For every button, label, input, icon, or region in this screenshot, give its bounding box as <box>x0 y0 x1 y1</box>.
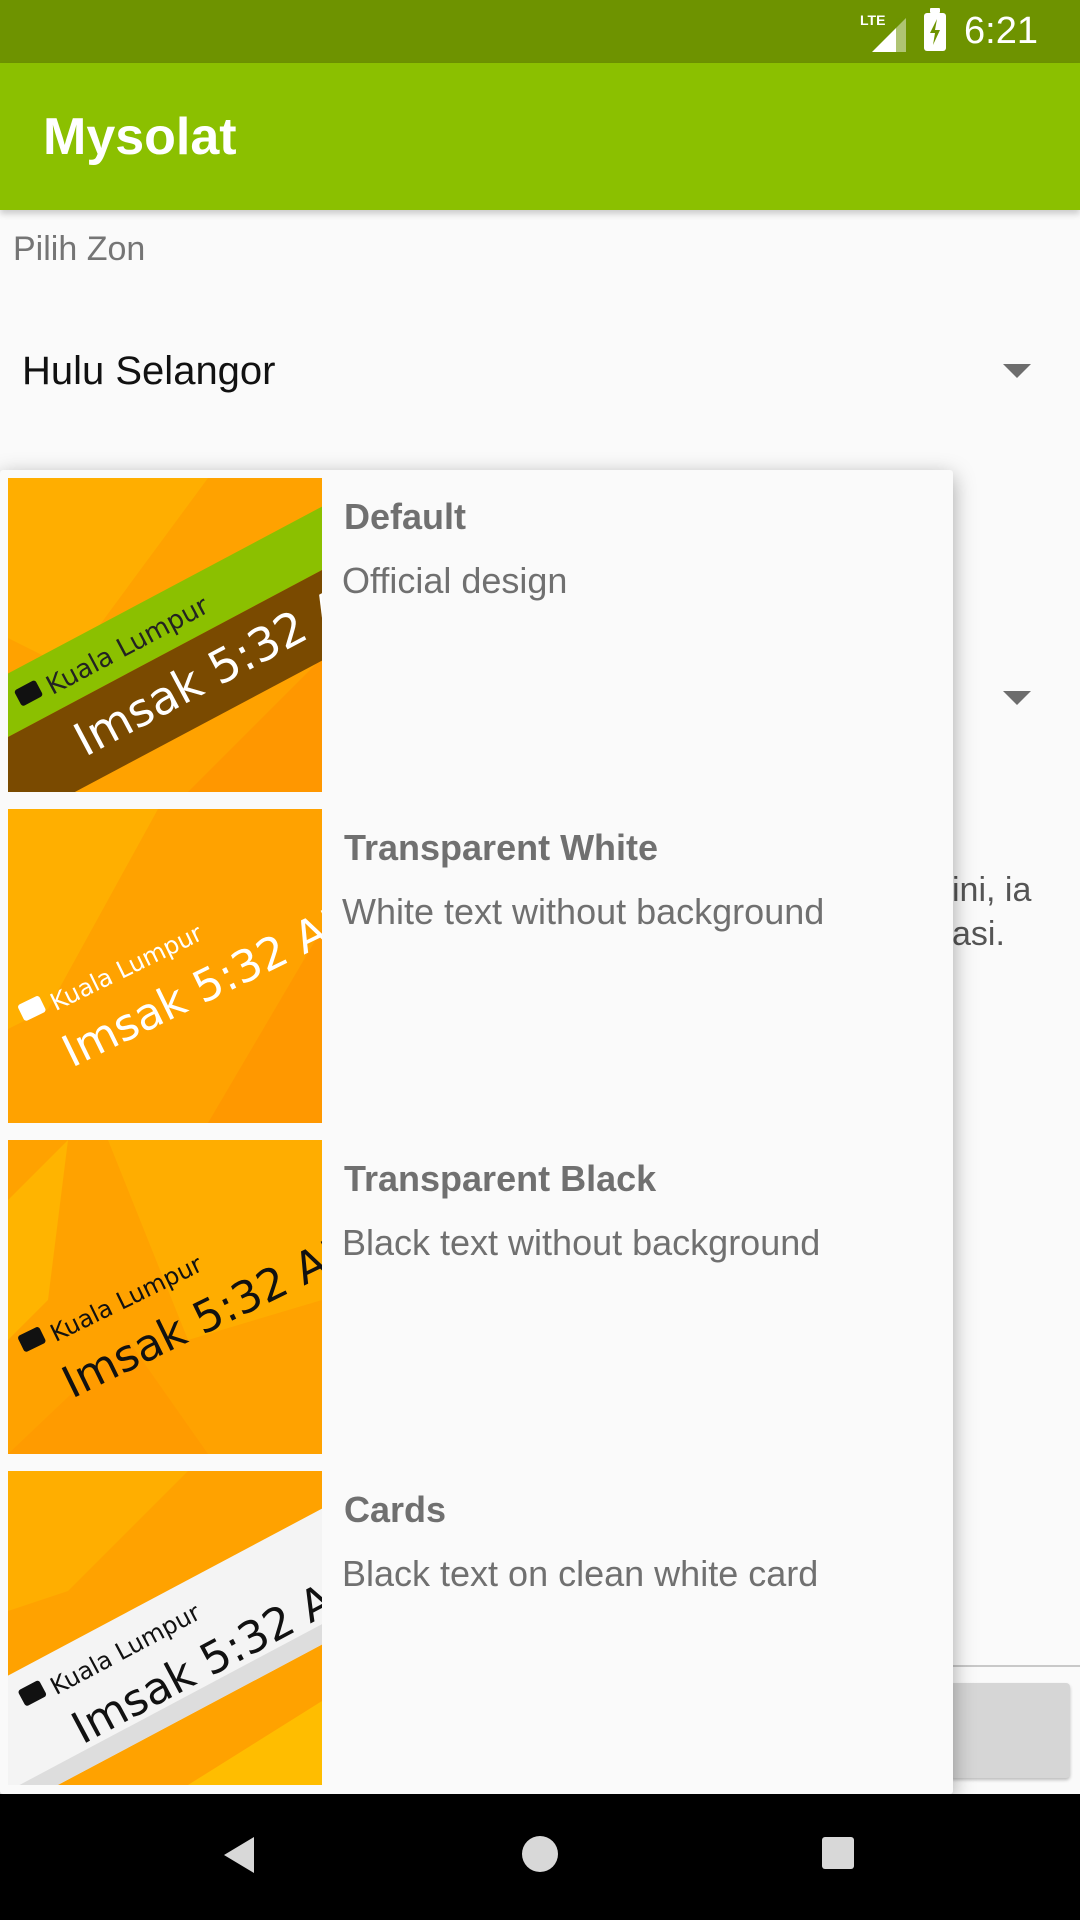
status-icons: LTE 6:21 <box>860 0 1038 63</box>
zone-label: Pilih Zon <box>13 230 146 268</box>
app-title: Mysolat <box>43 108 237 166</box>
theme-title: Transparent Black <box>344 1158 657 1199</box>
theme-title: Transparent White <box>344 827 659 868</box>
battery-charging-icon <box>924 7 947 51</box>
clock: 6:21 <box>964 10 1038 52</box>
divider <box>950 1665 1080 1667</box>
theme-option-transparent-white[interactable]: Kuala Lumpur Imsak 5:32 AM Transparent W… <box>0 801 953 1132</box>
theme-preview-transparent-white: Kuala Lumpur Imsak 5:32 AM <box>8 809 322 1123</box>
lte-signal-icon: LTE <box>860 12 907 52</box>
theme-preview-cards: Kuala Lumpur Imsak 5:32 AM <box>8 1471 322 1785</box>
app-bar: Mysolat <box>0 63 1080 210</box>
zone-spinner[interactable]: Hulu Selangor <box>22 349 276 394</box>
theme-title: Cards <box>344 1489 447 1530</box>
theme-description: Black text without background <box>342 1222 821 1263</box>
theme-title: Default <box>344 496 467 537</box>
background-description: ini, ia asi. <box>952 871 1032 953</box>
theme-preview-default: Kuala Lumpur Imsak 5:32 AM <box>8 478 322 792</box>
status-bar: LTE 6:21 <box>0 0 1080 63</box>
theme-option-cards[interactable]: Kuala Lumpur Imsak 5:32 AM Cards Black t… <box>0 1463 953 1794</box>
theme-option-default[interactable]: Kuala Lumpur Imsak 5:32 AM Default Offic… <box>0 470 953 801</box>
theme-description: Official design <box>342 560 568 601</box>
theme-preview-transparent-black: Kuala Lumpur Imsak 5:32 AM <box>8 1140 322 1454</box>
home-icon[interactable] <box>522 1836 558 1872</box>
theme-dropdown-arrow-icon[interactable] <box>1003 691 1031 705</box>
zone-dropdown-arrow-icon[interactable] <box>1003 364 1031 378</box>
theme-option-transparent-black[interactable]: Kuala Lumpur Imsak 5:32 AM Transparent B… <box>0 1132 953 1463</box>
theme-description: White text without background <box>342 891 825 932</box>
back-icon[interactable] <box>224 1837 254 1873</box>
recent-apps-icon[interactable] <box>822 1837 854 1869</box>
theme-dropdown-list: Kuala Lumpur Imsak 5:32 AM Default Offic… <box>0 470 953 1794</box>
save-button[interactable] <box>950 1683 1070 1778</box>
navigation-bar <box>0 1794 1080 1920</box>
theme-description: Black text on clean white card <box>342 1553 819 1594</box>
